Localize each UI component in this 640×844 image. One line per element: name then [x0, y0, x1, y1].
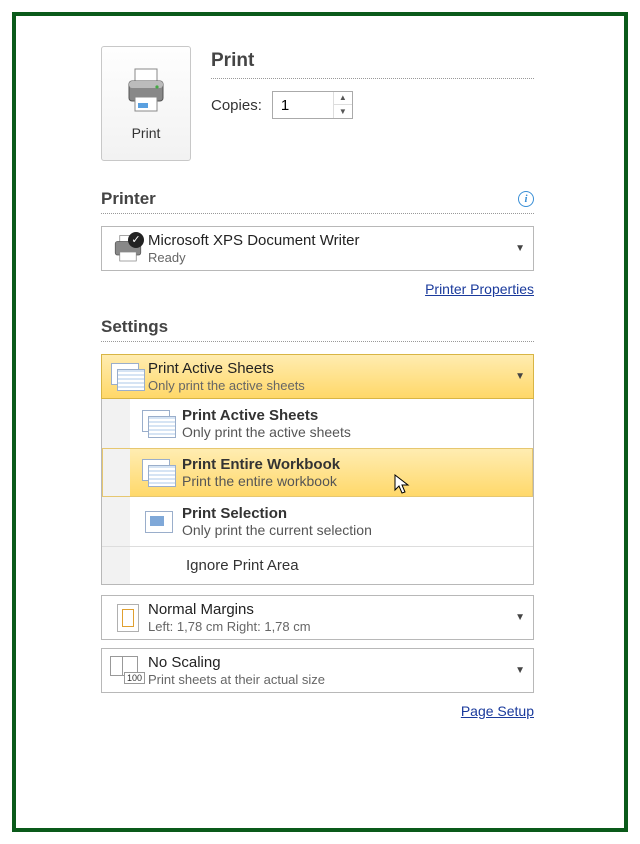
printer-heading: Printer	[101, 189, 156, 209]
copies-input[interactable]	[273, 92, 333, 118]
chevron-down-icon: ▼	[515, 665, 525, 676]
printer-name: Microsoft XPS Document Writer	[148, 232, 515, 249]
printer-status: Ready	[148, 250, 515, 265]
sheets-icon	[142, 410, 176, 438]
print-button-label: Print	[132, 125, 161, 141]
print-what-sub: Only print the active sheets	[148, 378, 515, 393]
sheets-icon	[111, 363, 145, 391]
print-what-select[interactable]: Print Active Sheets Only print the activ…	[101, 354, 534, 399]
copies-stepper[interactable]: ▲ ▼	[272, 91, 353, 119]
divider	[211, 78, 534, 79]
page-setup-link[interactable]: Page Setup	[101, 703, 534, 719]
printer-icon	[125, 67, 167, 115]
margins-sub: Left: 1,78 cm Right: 1,78 cm	[148, 619, 515, 634]
option-active-sheets[interactable]: Print Active Sheets Only print the activ…	[102, 399, 533, 448]
copies-up[interactable]: ▲	[334, 92, 352, 105]
scaling-select[interactable]: 100 No Scaling Print sheets at their act…	[101, 648, 534, 693]
copies-down[interactable]: ▼	[334, 105, 352, 118]
margins-title: Normal Margins	[148, 601, 515, 618]
workbook-icon	[142, 459, 176, 487]
option-entire-workbook[interactable]: Print Entire Workbook Print the entire w…	[102, 448, 533, 497]
margins-select[interactable]: Normal Margins Left: 1,78 cm Right: 1,78…	[101, 595, 534, 640]
option-selection[interactable]: Print Selection Only print the current s…	[102, 497, 533, 546]
print-button[interactable]: Print	[101, 46, 191, 161]
check-icon: ✓	[128, 232, 144, 248]
print-what-dropdown: Print Active Sheets Only print the activ…	[101, 399, 534, 585]
chevron-down-icon: ▼	[515, 371, 525, 382]
print-what-title: Print Active Sheets	[148, 360, 515, 377]
option-sub: Only print the active sheets	[182, 424, 525, 440]
info-icon[interactable]: i	[518, 191, 534, 207]
copies-label: Copies:	[211, 97, 262, 114]
settings-heading: Settings	[101, 317, 168, 337]
chevron-down-icon: ▼	[515, 243, 525, 254]
divider	[101, 341, 534, 342]
option-title: Print Entire Workbook	[182, 456, 525, 473]
option-title: Print Selection	[182, 505, 525, 522]
scaling-title: No Scaling	[148, 654, 515, 671]
margins-icon	[117, 604, 139, 632]
option-title: Print Active Sheets	[182, 407, 525, 424]
option-sub: Only print the current selection	[182, 522, 525, 538]
printer-properties-link[interactable]: Printer Properties	[101, 281, 534, 297]
chevron-down-icon: ▼	[515, 612, 525, 623]
scaling-icon: 100	[110, 656, 146, 686]
selection-icon	[142, 508, 176, 536]
scaling-sub: Print sheets at their actual size	[148, 672, 515, 687]
printer-select[interactable]: ✓ Microsoft XPS Document Writer Ready ▼	[101, 226, 534, 271]
print-heading: Print	[211, 50, 534, 72]
option-ignore-print-area[interactable]: Ignore Print Area	[102, 547, 533, 584]
divider	[101, 213, 534, 214]
scaling-badge: 100	[124, 672, 145, 684]
option-sub: Print the entire workbook	[182, 473, 525, 489]
